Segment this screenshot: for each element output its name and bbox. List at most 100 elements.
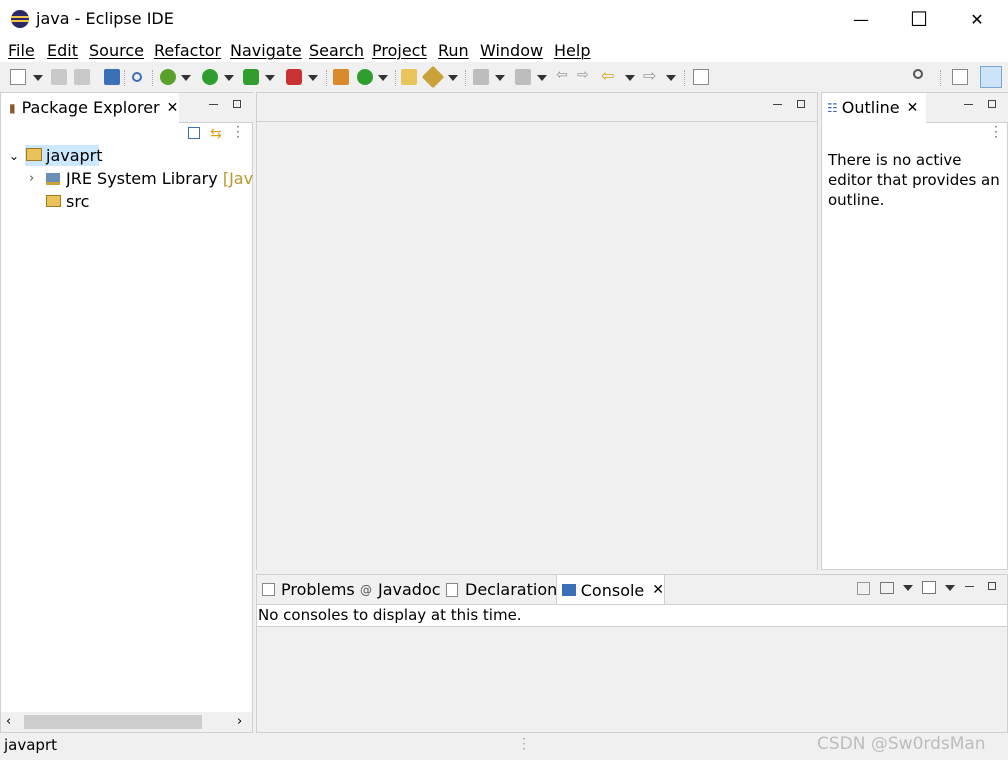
menu-bar: File Edit Source Refactor Navigate Searc…	[0, 38, 1008, 62]
prev-annotation-dropdown-icon[interactable]	[537, 75, 547, 81]
jre-suffix: [JavaS	[222, 169, 253, 188]
open-console-dropdown-icon[interactable]	[945, 585, 955, 591]
tab-declaration[interactable]: Declaration	[446, 575, 558, 604]
open-perspective-icon[interactable]	[952, 69, 968, 85]
chevron-down-icon[interactable]: ⌄	[9, 149, 19, 163]
debug-dropdown-icon[interactable]	[181, 75, 191, 81]
terminal-icon[interactable]	[104, 69, 120, 85]
minimize-view-icon[interactable]	[965, 586, 974, 587]
new-icon[interactable]	[10, 69, 26, 85]
search-icon[interactable]	[913, 69, 923, 79]
scrollbar-thumb[interactable]	[24, 715, 202, 729]
pin-console-icon[interactable]	[857, 582, 870, 595]
pin-editor-icon[interactable]	[693, 69, 709, 85]
display-console-icon[interactable]	[880, 582, 894, 594]
run-dropdown-icon[interactable]	[224, 75, 234, 81]
java-perspective-icon[interactable]	[980, 66, 1002, 88]
outline-message: There is no active editor that provides …	[828, 151, 1000, 209]
forward-icon[interactable]: ⇨	[643, 66, 659, 85]
menu-search[interactable]: Search	[309, 41, 364, 60]
run-icon[interactable]	[202, 69, 218, 85]
javadoc-label: Javadoc	[378, 580, 441, 599]
problems-icon	[262, 583, 275, 596]
watermark: CSDN @Sw0rdsMan	[817, 734, 986, 754]
new-dropdown-icon[interactable]	[33, 75, 43, 81]
prev-annotation-icon[interactable]	[515, 69, 531, 85]
minimize-editor-icon[interactable]	[773, 104, 782, 105]
minimize-view-icon[interactable]	[209, 104, 218, 105]
new-class-dropdown-icon[interactable]	[378, 75, 388, 81]
tab-problems[interactable]: Problems	[258, 575, 355, 604]
close-button[interactable]: ✕	[948, 0, 1006, 38]
outline-panel: ☷ Outline ✕ · · · There is no active edito…	[821, 92, 1008, 570]
chevron-right-icon[interactable]: ›	[29, 171, 34, 186]
menu-run[interactable]: Run	[438, 41, 469, 60]
status-text: javaprt	[4, 736, 57, 754]
tab-javadoc[interactable]: @ Javadoc	[360, 575, 441, 604]
skip-breakpoints-icon[interactable]	[132, 72, 142, 82]
coverage-dropdown-icon[interactable]	[265, 75, 275, 81]
back-icon[interactable]: ⇦	[601, 66, 617, 85]
menu-refactor[interactable]: Refactor	[154, 41, 221, 60]
debug-icon[interactable]	[160, 69, 176, 85]
console-header: No consoles to display at this time.	[257, 604, 1007, 627]
maximize-button[interactable]: ☐	[890, 0, 948, 38]
forward-dropdown-icon[interactable]	[666, 75, 676, 81]
external-tools-icon[interactable]	[286, 69, 302, 85]
window-title: java - Eclipse IDE	[36, 9, 174, 28]
declaration-label: Declaration	[465, 580, 558, 599]
collapse-all-icon[interactable]	[188, 127, 200, 139]
close-tab-icon[interactable]: ✕	[652, 582, 664, 598]
close-tab-icon[interactable]: ✕	[167, 100, 179, 116]
menu-source[interactable]: Source	[89, 41, 144, 60]
maximize-view-icon[interactable]	[988, 582, 996, 590]
new-java-class-icon[interactable]	[357, 69, 373, 85]
menu-navigate[interactable]: Navigate	[230, 41, 302, 60]
minimize-button[interactable]: —	[832, 0, 890, 38]
menu-window[interactable]: Window	[480, 41, 543, 60]
tab-console[interactable]: Console ✕	[556, 575, 665, 605]
link-with-editor-icon[interactable]: ⇆	[210, 126, 222, 142]
save-icon[interactable]	[51, 69, 67, 85]
horizontal-scrollbar[interactable]: ‹ ›	[1, 712, 252, 732]
scroll-right-icon[interactable]: ›	[237, 714, 242, 729]
task-dropdown-icon[interactable]	[448, 75, 458, 81]
next-annotation-dropdown-icon[interactable]	[495, 75, 505, 81]
menu-edit[interactable]: Edit	[47, 41, 78, 60]
view-menu-icon[interactable]: · · ·	[994, 121, 998, 143]
open-console-icon[interactable]	[922, 581, 936, 594]
editor-area	[256, 92, 818, 570]
display-console-dropdown-icon[interactable]	[903, 585, 913, 591]
forward-edit-icon[interactable]: ⇨	[577, 67, 593, 83]
open-task-icon[interactable]	[421, 65, 445, 89]
menu-file[interactable]: File	[8, 41, 35, 60]
open-type-icon[interactable]	[401, 69, 417, 85]
next-annotation-icon[interactable]	[473, 69, 489, 85]
coverage-icon[interactable]	[243, 69, 259, 85]
title-bar: java - Eclipse IDE — ☐ ✕	[0, 0, 1008, 38]
console-label: Console	[580, 580, 645, 600]
maximize-editor-icon[interactable]	[797, 100, 805, 108]
console-message: No consoles to display at this time.	[258, 606, 522, 624]
save-all-icon[interactable]	[74, 69, 90, 85]
back-dropdown-icon[interactable]	[625, 75, 635, 81]
scroll-left-icon[interactable]: ‹	[6, 714, 11, 729]
minimize-view-icon[interactable]	[964, 104, 973, 105]
outline-icon: ☷	[827, 100, 838, 115]
menu-project[interactable]: Project	[372, 41, 427, 60]
view-menu-icon[interactable]: · · ·	[236, 121, 240, 143]
tab-outline[interactable]: ☷ Outline ✕	[822, 93, 927, 122]
tab-package-explorer[interactable]: ▮ Package Explorer ✕	[1, 93, 180, 122]
menu-help[interactable]: Help	[554, 41, 590, 60]
tree-item-src[interactable]: src	[66, 192, 89, 211]
external-tools-dropdown-icon[interactable]	[308, 75, 318, 81]
source-folder-icon	[46, 195, 61, 207]
tree-item-jre[interactable]: JRE System Library [JavaS	[66, 169, 253, 188]
maximize-view-icon[interactable]	[988, 100, 996, 108]
new-java-package-icon[interactable]	[333, 69, 349, 85]
maximize-view-icon[interactable]	[233, 100, 241, 108]
declaration-icon	[446, 582, 458, 597]
problems-label: Problems	[281, 580, 355, 599]
close-tab-icon[interactable]: ✕	[907, 100, 919, 116]
last-edit-location-icon[interactable]: ⇦	[556, 67, 572, 83]
